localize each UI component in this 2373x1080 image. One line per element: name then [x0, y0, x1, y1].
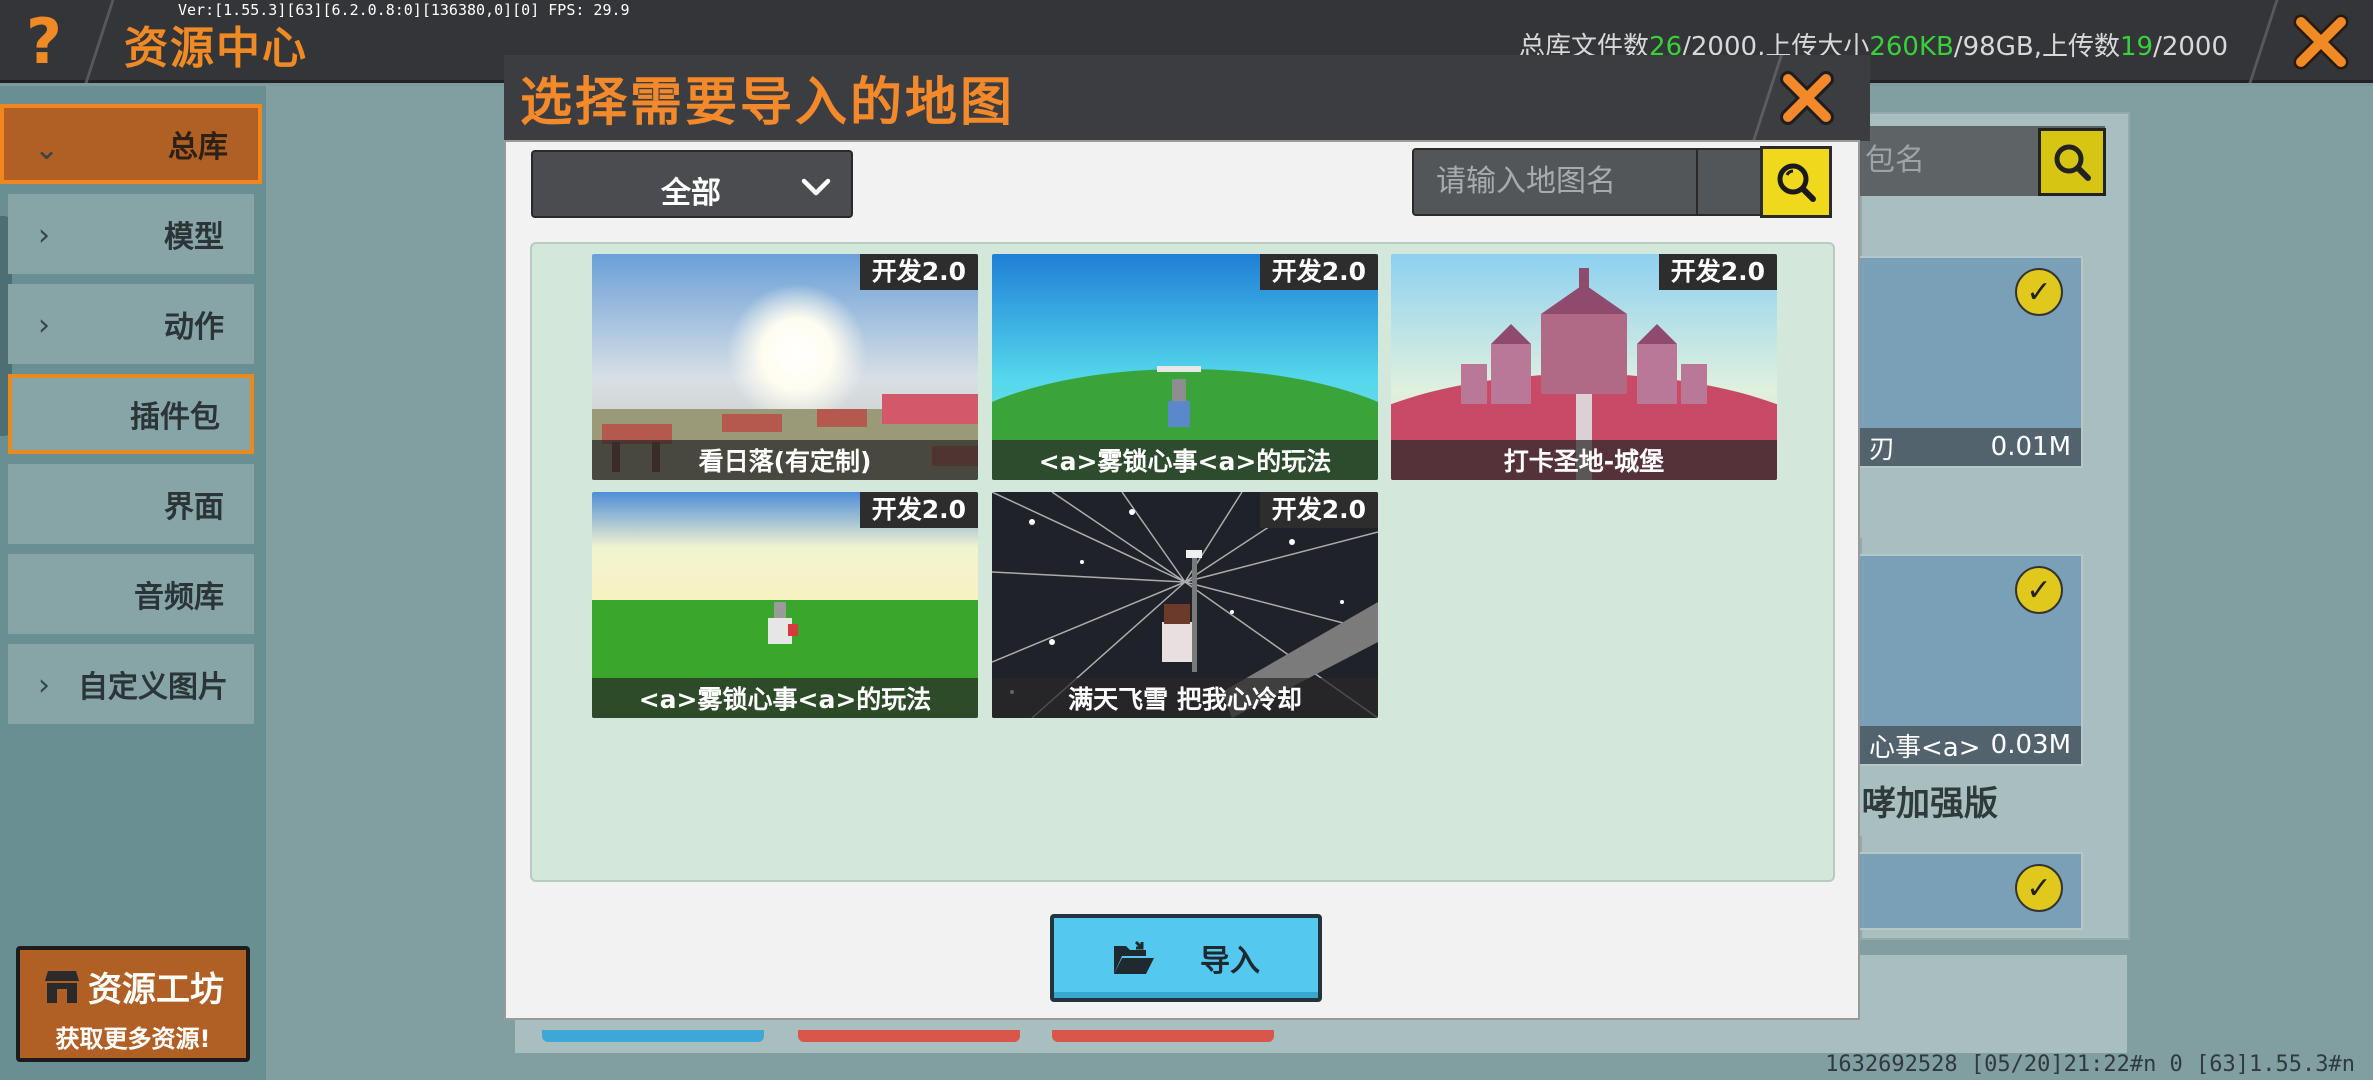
upload-count-value: 19 [2119, 32, 2154, 62]
shop-icon [45, 970, 79, 1003]
resource-card-thumb[interactable]: ✓ 刃 0.01M [1857, 256, 2083, 468]
bottom-button[interactable] [1052, 1030, 1274, 1042]
chevron-down-icon [801, 178, 831, 196]
close-icon [2293, 14, 2348, 69]
version-badge: 开发2.0 [859, 254, 978, 290]
map-card[interactable]: 开发2.0 <a>雾锁心事<a>的玩法 [992, 254, 1378, 480]
sidebar-item-audio[interactable]: 音频库 [8, 554, 254, 634]
sidebar-item-label: 动作 [164, 310, 224, 345]
map-card[interactable]: 开发2.0 打卡圣地-城堡 [1391, 254, 1777, 480]
chevron-right-icon: › [38, 218, 50, 253]
import-button-label: 导入 [1200, 944, 1260, 979]
map-card[interactable]: 开发2.0 <a>雾锁心事<a>的玩法 [592, 492, 978, 718]
sidebar-item-ui[interactable]: 界面 [8, 464, 254, 544]
sidebar-item-library[interactable]: ⌄ 总库 [0, 104, 262, 184]
resource-card-title: 哮加强版 [1862, 784, 1998, 824]
sidebar-item-label: 模型 [164, 220, 224, 255]
resource-card-label: 刃 0.01M [1859, 428, 2081, 466]
search-icon [1777, 163, 1816, 202]
resource-card-name: 刃 [1869, 434, 1896, 465]
workshop-title: 资源工坊 [88, 970, 224, 1010]
resource-card-size: 0.01M [1990, 432, 2071, 462]
resource-card-label: 心事<a> 0.03M [1859, 726, 2081, 764]
resource-workshop-button[interactable]: 资源工坊 获取更多资源! [16, 946, 250, 1062]
map-name: 打卡圣地-城堡 [1391, 440, 1777, 480]
sidebar-item-label: 插件包 [130, 400, 220, 435]
sidebar-item-label: 总库 [168, 130, 228, 165]
sidebar-item-model[interactable]: › 模型 [8, 194, 254, 274]
map-search-input-ext[interactable] [1698, 148, 1762, 216]
sidebar-item-label: 界面 [164, 490, 224, 525]
bottom-button[interactable] [798, 1030, 1020, 1042]
check-icon: ✓ [2015, 566, 2063, 614]
page-title: 资源中心 [124, 23, 308, 74]
help-button[interactable]: ? [0, 0, 88, 83]
sidebar-item-label: 音频库 [134, 580, 224, 615]
import-button[interactable]: 导入 [1050, 914, 1322, 1002]
sidebar-item-label: 自定义图片 [78, 670, 228, 705]
map-name: <a>雾锁心事<a>的玩法 [592, 678, 978, 718]
check-icon: ✓ [2015, 268, 2063, 316]
upload-count-total: /2000 [2153, 32, 2228, 62]
upload-size-value: 260KB [1869, 32, 1954, 62]
background-search-button[interactable] [2038, 128, 2106, 196]
divider [84, 0, 115, 83]
resource-card-name: 心事<a> [1869, 732, 1981, 763]
version-badge: 开发2.0 [1259, 492, 1378, 528]
modal-close-button[interactable] [1744, 55, 1870, 141]
map-search-button[interactable] [1760, 146, 1832, 218]
chevron-right-icon: › [38, 308, 50, 343]
map-name: <a>雾锁心事<a>的玩法 [992, 440, 1378, 480]
build-info: 1632692528 [05/20]21:22#n 0 [63]1.55.3#n [1825, 1052, 2355, 1077]
resource-card-thumb[interactable]: ✓ 心事<a> 0.03M [1857, 554, 2083, 766]
check-icon: ✓ [2015, 864, 2063, 912]
resource-card-thumb[interactable]: ✓ [1857, 852, 2083, 930]
map-filter-dropdown[interactable]: 全部 [531, 150, 853, 218]
chevron-right-icon: › [38, 668, 50, 703]
map-name: 看日落(有定制) [592, 440, 978, 480]
sidebar-item-custom-image[interactable]: › 自定义图片 [8, 644, 254, 724]
filter-value: 全部 [661, 176, 721, 211]
modal-title: 选择需要导入的地图 [520, 73, 1016, 133]
version-badge: 开发2.0 [1658, 254, 1777, 290]
bottom-button[interactable] [542, 1030, 764, 1042]
map-name: 满天飞雪 把我心冷却 [992, 678, 1378, 718]
version-badge: 开发2.0 [859, 492, 978, 528]
upload-count-label: 上传数 [2041, 32, 2120, 62]
close-button[interactable] [2268, 0, 2373, 83]
map-search-input[interactable]: 请输入地图名 [1412, 148, 1698, 216]
search-icon [2054, 144, 2091, 181]
chevron-down-icon: ⌄ [34, 132, 60, 167]
sidebar-item-action[interactable]: › 动作 [8, 284, 254, 364]
upload-size-total: /98GB, [1953, 32, 2042, 62]
map-card[interactable]: 开发2.0 满天飞雪 把我心冷却 [992, 492, 1378, 718]
folder-open-icon [1114, 940, 1154, 974]
sidebar-item-plugin[interactable]: 插件包 [8, 374, 254, 454]
close-icon [1780, 71, 1834, 125]
workshop-subtitle: 获取更多资源! [55, 1025, 211, 1053]
resource-card-size: 0.03M [1990, 730, 2071, 760]
version-badge: 开发2.0 [1259, 254, 1378, 290]
map-card[interactable]: 开发2.0 看日落(有定制) [592, 254, 978, 480]
